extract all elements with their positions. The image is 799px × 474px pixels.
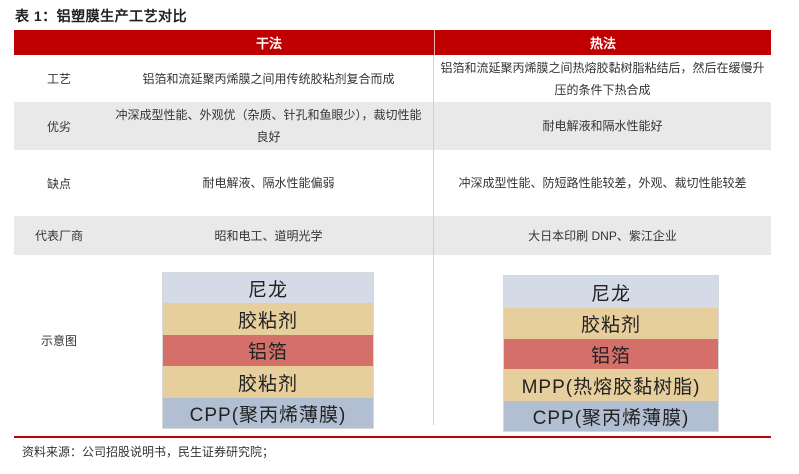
layer-nylon: 尼龙 xyxy=(163,273,373,303)
footer-rule xyxy=(14,436,771,438)
row-label: 工艺 xyxy=(46,72,71,86)
cell-hot: 大日本印刷 DNP、紫江企业 xyxy=(528,228,677,243)
layer-cpp: CPP(聚丙烯薄膜) xyxy=(163,398,373,428)
layer-adhesive: 胶粘剂 xyxy=(163,303,373,335)
table-title: 表 1：铝塑膜生产工艺对比 xyxy=(15,8,188,24)
layer-aluminum: 铝箔 xyxy=(504,339,718,369)
cell-dry: 铝箔和流延聚丙烯膜之间用传统胶粘剂复合而成 xyxy=(104,55,434,102)
table-row-process: 工艺 铝箔和流延聚丙烯膜之间用传统胶粘剂复合而成 铝箔和流延聚丙烯膜之间热熔胶黏… xyxy=(14,55,771,102)
table-row-manufacturers: 代表厂商 昭和电工、道明光学 大日本印刷 DNP、紫江企业 xyxy=(14,216,771,255)
row-label: 代表厂商 xyxy=(34,229,83,243)
cell-dry: 冲深成型性能、外观优（杂质、针孔和鱼眼少），裁切性能良好 xyxy=(104,102,434,150)
layer-mpp: MPP(热熔胶黏树脂) xyxy=(504,369,718,401)
dry-layer-diagram: 尼龙 胶粘剂 铝箔 胶粘剂 CPP(聚丙烯薄膜) xyxy=(162,272,374,429)
table-row-advantages: 优劣 冲深成型性能、外观优（杂质、针孔和鱼眼少），裁切性能良好 耐电解液和隔水性… xyxy=(14,102,771,150)
layer-adhesive: 胶粘剂 xyxy=(504,308,718,339)
hot-layer-diagram: 尼龙 胶粘剂 铝箔 MPP(热熔胶黏树脂) CPP(聚丙烯薄膜) xyxy=(503,275,719,432)
row-label: 缺点 xyxy=(46,176,71,191)
header-empty xyxy=(14,30,104,55)
cell-hot: 耐电解液和隔水性能好 xyxy=(542,119,663,133)
layer-cpp: CPP(聚丙烯薄膜) xyxy=(504,401,718,431)
layer-nylon: 尼龙 xyxy=(504,276,718,308)
row-label: 优劣 xyxy=(46,119,71,134)
cell-dry: 耐电解液、隔水性能偏弱 xyxy=(104,150,434,216)
table-row-disadvantages: 缺点 耐电解液、隔水性能偏弱 冲深成型性能、防短路性能较差，外观、裁切性能较差 xyxy=(14,150,771,216)
table-header: 干法 热法 xyxy=(14,30,771,55)
row-label: 示意图 xyxy=(40,333,77,348)
layer-aluminum: 铝箔 xyxy=(163,335,373,366)
header-hot-process: 热法 xyxy=(589,36,616,51)
cell-dry: 昭和电工、道明光学 xyxy=(104,216,434,255)
cell-hot: 铝箔和流延聚丙烯膜之间热熔胶黏树脂粘结后，然后在缓慢升压的条件下热合成 xyxy=(440,60,765,97)
cell-hot: 冲深成型性能、防短路性能较差，外观、裁切性能较差 xyxy=(458,176,747,190)
header-dry-process: 干法 xyxy=(104,30,435,55)
source-note: 资料来源：公司招股说明书，民生证券研究院； xyxy=(22,445,275,459)
layer-adhesive: 胶粘剂 xyxy=(163,366,373,398)
